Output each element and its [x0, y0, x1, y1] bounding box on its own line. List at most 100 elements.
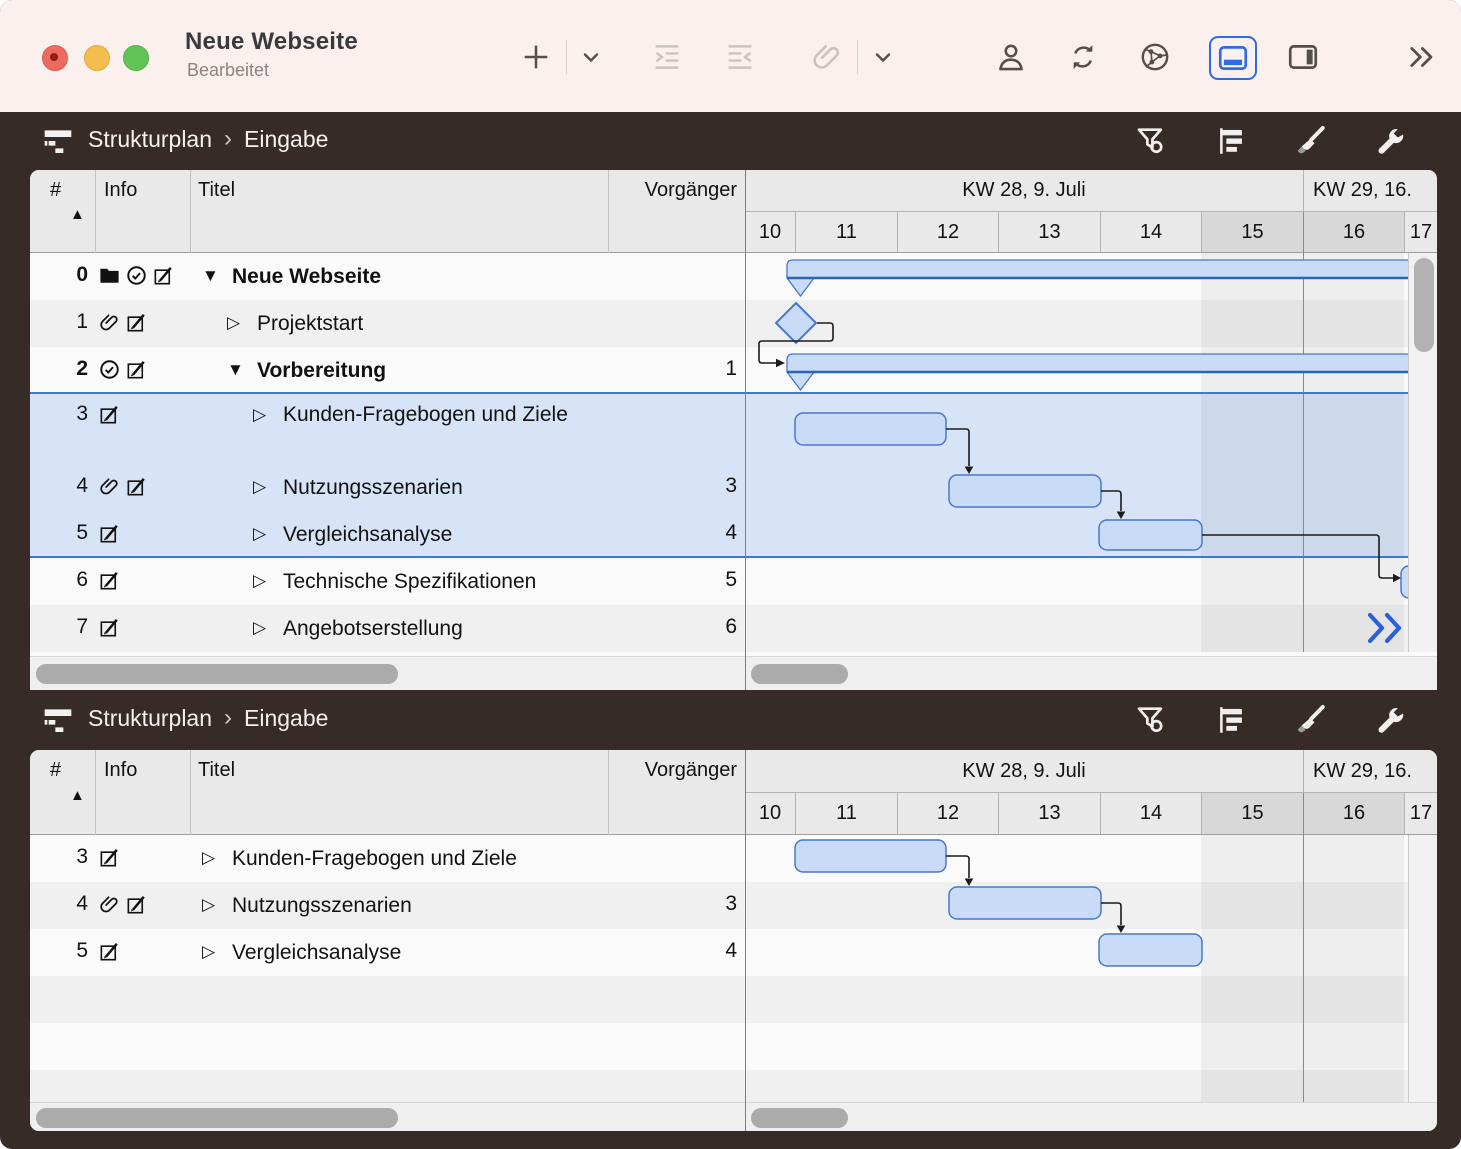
- column-info[interactable]: Info: [104, 179, 137, 202]
- disclosure-triangle[interactable]: ▷: [253, 618, 266, 638]
- disclosure-triangle[interactable]: ▷: [253, 571, 266, 591]
- settings-button[interactable]: [1370, 121, 1410, 161]
- close-button[interactable]: [42, 45, 68, 71]
- outline-button[interactable]: [1212, 121, 1252, 161]
- indent-button[interactable]: [644, 34, 690, 80]
- right-panel-toggle[interactable]: [1280, 34, 1326, 80]
- milestone-diamond[interactable]: [776, 303, 816, 343]
- day-header[interactable]: 10: [745, 793, 795, 835]
- day-header[interactable]: 15: [1201, 793, 1303, 835]
- task-title: Kunden-Fragebogen und Ziele: [232, 844, 517, 873]
- note-icon: [98, 846, 121, 869]
- task-bar-clipped[interactable]: [1401, 566, 1408, 598]
- disclosure-triangle[interactable]: ▷: [202, 895, 215, 915]
- day-header[interactable]: 12: [897, 212, 998, 253]
- disclosure-triangle[interactable]: ▼: [227, 360, 244, 380]
- column-title[interactable]: Titel: [198, 759, 235, 782]
- pane2-toolbar: Strukturplan › Eingabe: [0, 690, 1461, 750]
- disclosure-triangle[interactable]: ▷: [202, 942, 215, 962]
- breadcrumb-root[interactable]: Strukturplan: [88, 126, 212, 153]
- filter-button[interactable]: [1131, 700, 1171, 740]
- dependency-link[interactable]: [1202, 535, 1393, 578]
- table-gantt-divider[interactable]: [745, 750, 746, 1131]
- day-header[interactable]: 17: [1404, 793, 1437, 835]
- zoom-button[interactable]: [123, 45, 149, 71]
- column-number[interactable]: #: [50, 759, 61, 782]
- format-button[interactable]: [1290, 700, 1330, 740]
- bottom-panel-toggle[interactable]: [1209, 36, 1257, 80]
- sort-ascending-icon[interactable]: ▲: [70, 206, 85, 223]
- day-header[interactable]: 13: [998, 212, 1100, 253]
- column-title[interactable]: Titel: [198, 179, 235, 202]
- breadcrumb-current[interactable]: Eingabe: [244, 126, 328, 153]
- disclosure-triangle[interactable]: ▷: [253, 405, 266, 425]
- task-bar[interactable]: [1099, 934, 1202, 966]
- minimize-button[interactable]: [84, 45, 110, 71]
- week-header[interactable]: KW 29, 16.: [1303, 750, 1437, 793]
- table-gantt-divider[interactable]: [745, 170, 746, 690]
- disclosure-triangle[interactable]: ▷: [253, 477, 266, 497]
- indent-icon: [650, 40, 684, 74]
- dependency-link[interactable]: [946, 429, 969, 466]
- task-bar[interactable]: [795, 840, 946, 872]
- day-header[interactable]: 16: [1303, 793, 1404, 835]
- format-button[interactable]: [1290, 121, 1330, 161]
- note-icon: [98, 403, 121, 426]
- task-bar[interactable]: [949, 475, 1101, 507]
- resources-button[interactable]: [988, 34, 1034, 80]
- task-title: Angebotserstellung: [283, 614, 463, 643]
- settings-button[interactable]: [1370, 700, 1410, 740]
- column-predecessor[interactable]: Vorgänger: [608, 179, 737, 202]
- dependency-link[interactable]: [1101, 491, 1121, 511]
- day-header[interactable]: 17: [1404, 212, 1437, 253]
- outdent-button[interactable]: [717, 34, 763, 80]
- day-header[interactable]: 11: [795, 212, 897, 253]
- horizontal-scrollbar[interactable]: [751, 1108, 848, 1128]
- day-header[interactable]: 12: [897, 793, 998, 835]
- task-bar[interactable]: [1099, 520, 1202, 550]
- week-header[interactable]: KW 29, 16.: [1303, 170, 1437, 212]
- outline-button[interactable]: [1212, 700, 1252, 740]
- add-task-button[interactable]: [513, 34, 559, 80]
- info-icons: [98, 403, 121, 426]
- paperclip-icon: [98, 311, 121, 334]
- day-header[interactable]: 16: [1303, 212, 1404, 253]
- attach-options-button[interactable]: [860, 34, 906, 80]
- disclosure-triangle[interactable]: ▼: [202, 266, 219, 286]
- task-title: Nutzungsszenarien: [283, 473, 463, 502]
- horizontal-scrollbar[interactable]: [751, 664, 848, 684]
- column-predecessor[interactable]: Vorgänger: [608, 759, 737, 782]
- disclosure-triangle[interactable]: ▷: [227, 313, 240, 333]
- day-header[interactable]: 10: [745, 212, 795, 253]
- day-header[interactable]: 14: [1100, 793, 1201, 835]
- add-options-button[interactable]: [568, 34, 614, 80]
- breadcrumb-current[interactable]: Eingabe: [244, 705, 328, 732]
- day-header[interactable]: 13: [998, 793, 1100, 835]
- more-toolbar-button[interactable]: [1398, 34, 1444, 80]
- horizontal-scrollbar[interactable]: [36, 1108, 398, 1128]
- filter-button[interactable]: [1131, 121, 1171, 161]
- disclosure-triangle[interactable]: ▷: [253, 524, 266, 544]
- week-header[interactable]: KW 28, 9. Juli: [745, 170, 1303, 212]
- sort-ascending-icon[interactable]: ▲: [70, 787, 85, 804]
- dependency-link[interactable]: [1101, 903, 1121, 925]
- vertical-scrollbar[interactable]: [1414, 258, 1434, 352]
- disclosure-triangle[interactable]: ▷: [202, 848, 215, 868]
- attach-button[interactable]: [804, 34, 850, 80]
- dependency-link[interactable]: [946, 856, 969, 878]
- more-right-icon[interactable]: [1370, 615, 1399, 641]
- breadcrumb-root[interactable]: Strukturplan: [88, 705, 212, 732]
- network-button[interactable]: [1132, 34, 1178, 80]
- sync-button[interactable]: [1060, 34, 1106, 80]
- task-bar[interactable]: [795, 413, 946, 445]
- day-header[interactable]: 14: [1100, 212, 1201, 253]
- strukturplan-icon: [42, 125, 74, 162]
- task-bar[interactable]: [949, 887, 1101, 919]
- column-number[interactable]: #: [50, 179, 61, 202]
- day-header[interactable]: 11: [795, 793, 897, 835]
- column-info[interactable]: Info: [104, 759, 137, 782]
- week-header[interactable]: KW 28, 9. Juli: [745, 750, 1303, 793]
- horizontal-scrollbar[interactable]: [36, 664, 398, 684]
- day-header[interactable]: 15: [1201, 212, 1303, 253]
- gantt-chart: [745, 835, 1408, 1102]
